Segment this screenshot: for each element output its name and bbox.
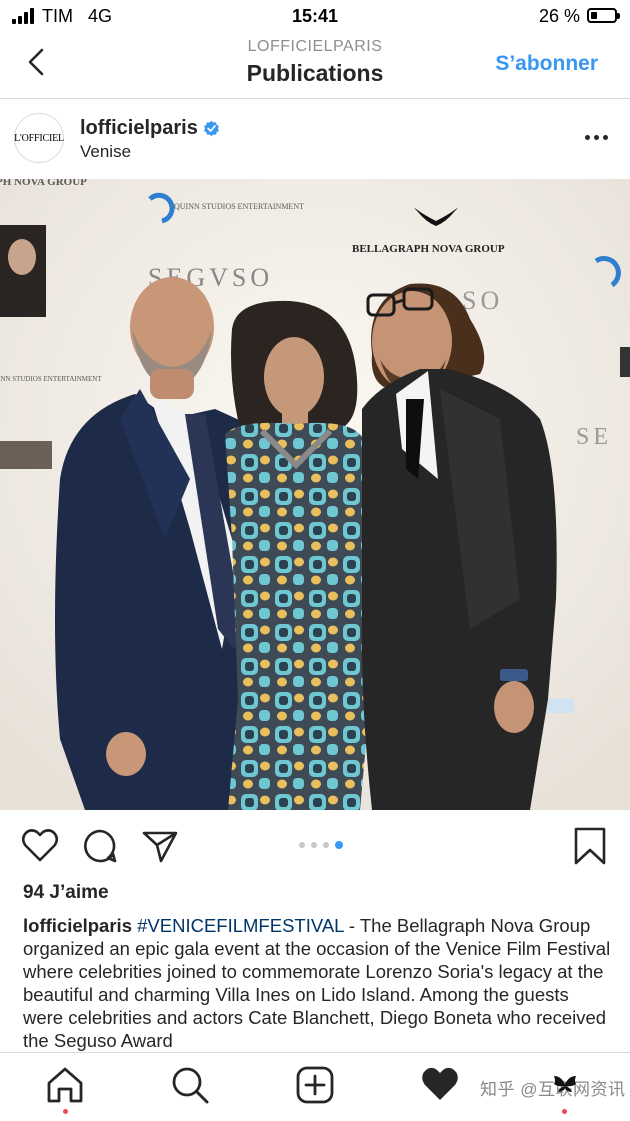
like-count[interactable]: 94 J’aime bbox=[23, 882, 109, 904]
post-actions bbox=[0, 812, 630, 878]
more-icon[interactable] bbox=[585, 135, 608, 140]
home-notification-dot bbox=[63, 1109, 68, 1114]
post-photo[interactable]: PH NOVA GROUP QUINN STUDIOS ENTERTAINMEN… bbox=[0, 179, 630, 810]
avatar[interactable]: L'OFFICIEL bbox=[14, 113, 64, 163]
backdrop-logo-text: BELLAGRAPH NOVA GROUP bbox=[352, 243, 505, 255]
bookmark-icon[interactable] bbox=[570, 826, 610, 866]
bottom-nav: 知乎 @互联网资讯 bbox=[0, 1052, 630, 1121]
status-bar: TIM 4G 15:41 26 % bbox=[0, 0, 630, 34]
carrier-name: TIM bbox=[42, 6, 73, 26]
activity-heart-icon[interactable] bbox=[420, 1065, 460, 1105]
post-username[interactable]: lofficielparis bbox=[80, 117, 198, 140]
carousel-indicator bbox=[0, 841, 630, 849]
network-type: 4G bbox=[88, 6, 113, 26]
photo-illustration: PH NOVA GROUP QUINN STUDIOS ENTERTAINMEN… bbox=[0, 179, 630, 810]
subscribe-button[interactable]: S’abonner bbox=[495, 52, 598, 76]
carousel-dot bbox=[311, 842, 317, 848]
post-caption: lofficielparis #VENICEFILMFESTIVAL - The… bbox=[23, 914, 613, 1052]
battery-icon bbox=[587, 8, 620, 23]
battery-percent: 26 % bbox=[538, 6, 580, 26]
carousel-dot bbox=[335, 841, 343, 849]
caption-hashtag[interactable]: #VENICEFILMFESTIVAL bbox=[137, 915, 344, 936]
backdrop-logo-text: QUINN STUDIOS ENTERTAINMENT bbox=[174, 202, 304, 211]
add-icon[interactable] bbox=[295, 1065, 335, 1105]
profile-icon[interactable] bbox=[552, 1075, 578, 1095]
post-header: L'OFFICIEL lofficielparis Venise bbox=[0, 99, 630, 179]
verified-icon bbox=[204, 120, 219, 137]
profile-notification-dot bbox=[562, 1109, 567, 1114]
post-location[interactable]: Venise bbox=[80, 142, 131, 162]
top-header: LOFFICIELPARIS Publications S’abonner bbox=[0, 34, 630, 99]
carousel-dot bbox=[323, 842, 329, 848]
signal-icon bbox=[12, 7, 34, 24]
backdrop-logo-text: INN STUDIOS ENTERTAINMENT bbox=[0, 375, 102, 383]
carousel-dot bbox=[299, 842, 305, 848]
home-icon[interactable] bbox=[45, 1065, 85, 1105]
search-icon[interactable] bbox=[170, 1065, 210, 1105]
caption-username[interactable]: lofficielparis bbox=[23, 915, 132, 936]
backdrop-logo-text: SE bbox=[576, 424, 612, 450]
backdrop-logo-text: PH NOVA GROUP bbox=[0, 179, 87, 188]
backdrop-logo-text: SO bbox=[462, 286, 503, 315]
